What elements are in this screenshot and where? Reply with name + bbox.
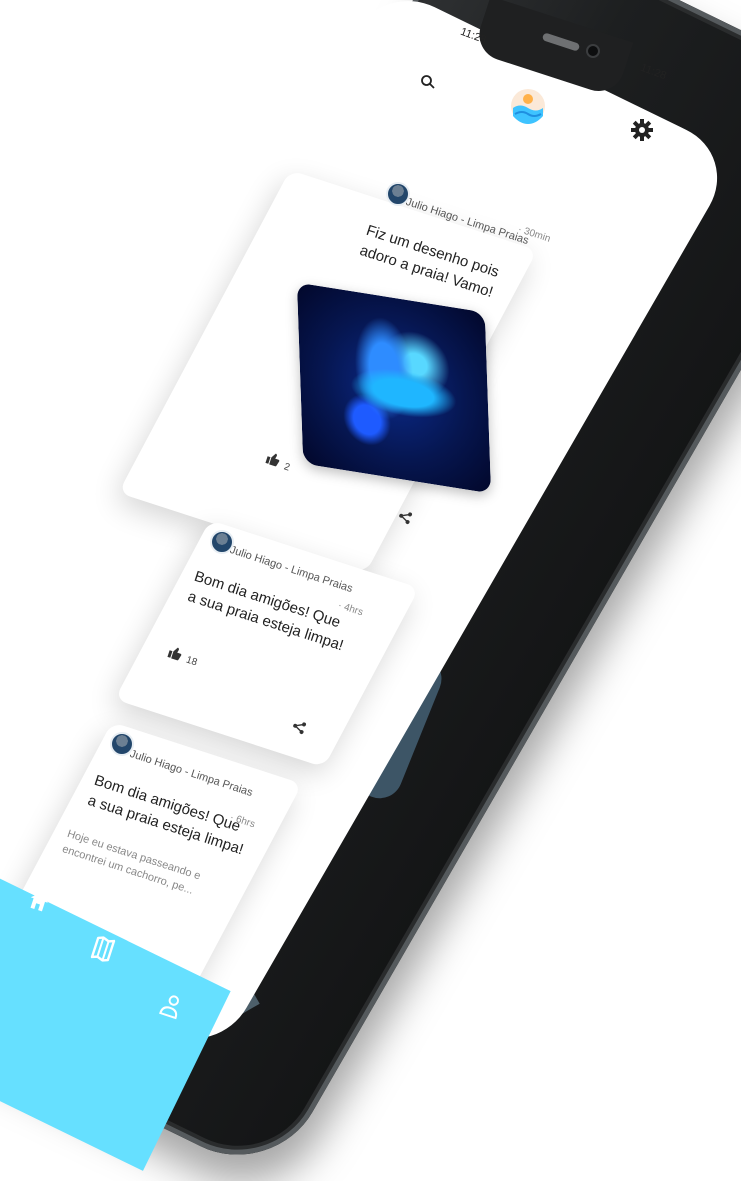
gear-icon[interactable] <box>630 118 654 142</box>
front-camera <box>586 44 600 58</box>
post-image[interactable] <box>296 282 492 494</box>
wave-sun-logo <box>510 86 546 128</box>
search-icon[interactable] <box>420 74 436 90</box>
